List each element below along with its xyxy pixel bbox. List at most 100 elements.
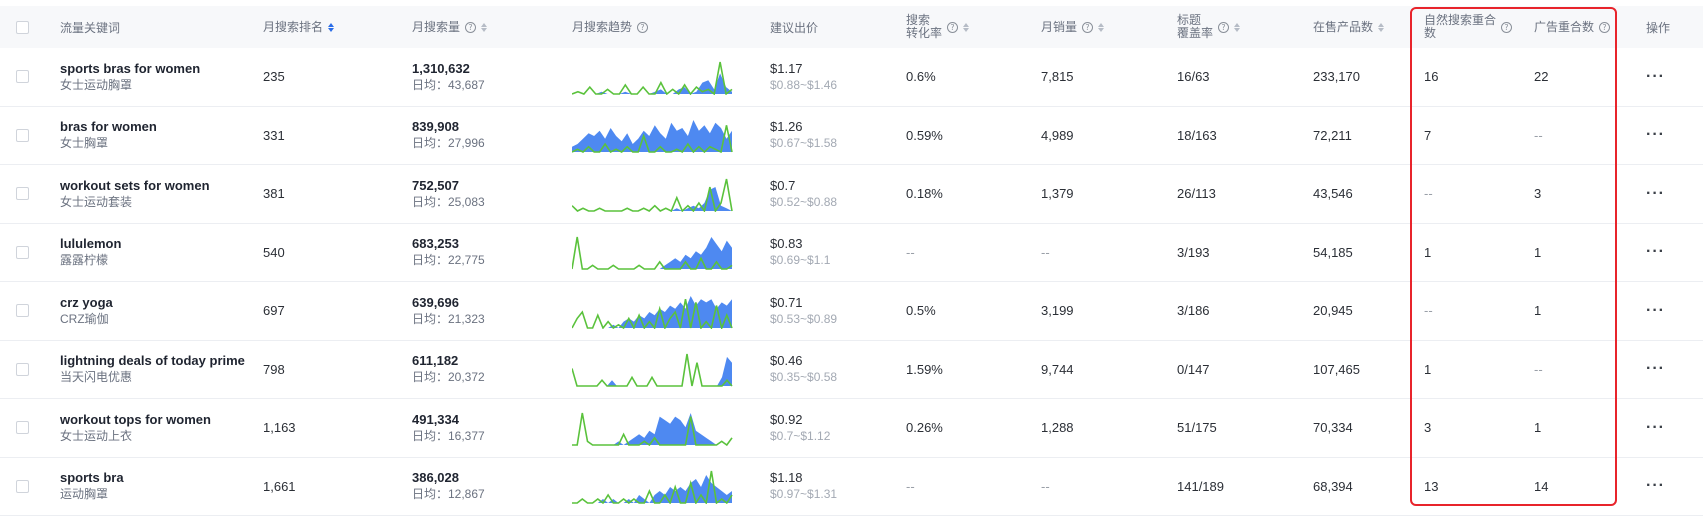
- table-row[interactable]: bras for women 女士胸罩 331 839,908 日均：27,99…: [0, 106, 1703, 165]
- organic-cell: --: [1424, 282, 1433, 340]
- trend-sparkline[interactable]: [572, 293, 744, 329]
- table-row[interactable]: workout sets for women 女士运动套装 381 752,50…: [0, 165, 1703, 224]
- trend-cell: [572, 341, 744, 399]
- ads-cell: 1: [1534, 224, 1541, 282]
- title-coverage-cell: 3/193: [1177, 224, 1210, 282]
- header-rank[interactable]: 月搜索排名: [263, 6, 335, 48]
- bid-range: $0.88~$1.46: [770, 77, 838, 92]
- trend-cell: [572, 48, 744, 106]
- header-sales-label: 月销量: [1041, 19, 1078, 34]
- rank-value: 798: [263, 361, 285, 377]
- trend-sparkline[interactable]: [572, 117, 744, 154]
- sort-rank-icon[interactable]: [328, 22, 335, 32]
- table-row[interactable]: lululemon 露露柠檬 540 683,253 日均：22,775 $0.…: [0, 223, 1703, 282]
- header-sales[interactable]: 月销量 ?: [1041, 6, 1105, 48]
- select-all-checkbox[interactable]: [16, 20, 29, 34]
- rank-cell: 235: [263, 48, 285, 106]
- header-conv[interactable]: 搜索 转化率 ?: [906, 6, 970, 48]
- table-row[interactable]: crz yoga CRZ瑜伽 697 639,696 日均：21,323 $0.…: [0, 282, 1703, 341]
- more-icon[interactable]: ···: [1646, 126, 1665, 144]
- table-row[interactable]: lightning deals of today prime 当天闪电优惠 79…: [0, 340, 1703, 399]
- help-icon[interactable]: ?: [1599, 21, 1611, 33]
- header-products[interactable]: 在售产品数: [1313, 6, 1385, 48]
- row-checkbox[interactable]: [16, 245, 29, 259]
- keyword-text[interactable]: lightning deals of today prime: [60, 353, 245, 369]
- bid-range: $0.35~$0.58: [770, 370, 838, 385]
- help-icon[interactable]: ?: [1082, 21, 1094, 33]
- row-checkbox[interactable]: [16, 187, 29, 201]
- more-icon[interactable]: ···: [1646, 185, 1665, 203]
- trend-sparkline[interactable]: [572, 176, 744, 212]
- rank-value: 540: [263, 244, 285, 260]
- header-keyword-label: 流量关键词: [60, 20, 121, 35]
- table-row[interactable]: sports bra 运动胸罩 1,661 386,028 日均：12,867 …: [0, 457, 1703, 516]
- row-checkbox[interactable]: [16, 479, 29, 493]
- table-row[interactable]: sports bras for women 女士运动胸罩 235 1,310,6…: [0, 48, 1703, 107]
- trend-sparkline[interactable]: [572, 234, 744, 271]
- help-icon[interactable]: ?: [1501, 21, 1513, 33]
- keyword-text[interactable]: crz yoga: [60, 295, 113, 311]
- header-volume[interactable]: 月搜索量 ?: [412, 6, 488, 48]
- row-checkbox-cell: [16, 107, 29, 165]
- header-trend-label: 月搜索趋势: [572, 19, 633, 34]
- keyword-text[interactable]: workout sets for women: [60, 178, 210, 194]
- trend-sparkline[interactable]: [572, 351, 744, 388]
- trend-sparkline[interactable]: [572, 59, 744, 95]
- conv-cell: 0.6%: [906, 48, 936, 106]
- help-icon[interactable]: ?: [947, 21, 959, 33]
- header-title-coverage[interactable]: 标题 覆盖率 ?: [1177, 6, 1241, 48]
- trend-sparkline[interactable]: [572, 468, 744, 505]
- more-icon[interactable]: ···: [1646, 360, 1665, 378]
- help-icon[interactable]: ?: [1218, 21, 1230, 33]
- title-coverage-value: 3/193: [1177, 244, 1210, 260]
- sales-cell: 1,288: [1041, 399, 1074, 457]
- keyword-text[interactable]: lululemon: [60, 236, 121, 252]
- row-checkbox[interactable]: [16, 362, 29, 376]
- daily-volume: 日均：21,323: [412, 311, 485, 326]
- more-icon[interactable]: ···: [1646, 243, 1665, 261]
- trend-sparkline[interactable]: [572, 410, 744, 446]
- trend-area-search: [572, 73, 732, 94]
- keyword-text[interactable]: workout tops for women: [60, 412, 211, 428]
- title-coverage-value: 141/189: [1177, 478, 1224, 494]
- organic-cell: 1: [1424, 224, 1431, 282]
- sort-products-icon[interactable]: [1378, 22, 1385, 32]
- products-value: 107,465: [1313, 361, 1360, 377]
- help-icon[interactable]: ?: [465, 21, 477, 33]
- keyword-text[interactable]: sports bra: [60, 470, 124, 486]
- keyword-cell: lululemon 露露柠檬: [60, 224, 121, 282]
- help-icon[interactable]: ?: [637, 21, 649, 33]
- more-icon[interactable]: ···: [1646, 477, 1665, 495]
- ads-cell: 1: [1534, 399, 1541, 457]
- more-icon[interactable]: ···: [1646, 419, 1665, 437]
- sort-sales-icon[interactable]: [1098, 22, 1105, 32]
- title-coverage-value: 26/113: [1177, 186, 1216, 202]
- actions-cell: ···: [1646, 48, 1665, 106]
- keyword-text[interactable]: sports bras for women: [60, 61, 200, 77]
- row-checkbox[interactable]: [16, 304, 29, 318]
- rank-cell: 1,163: [263, 399, 296, 457]
- row-checkbox[interactable]: [16, 421, 29, 435]
- sort-volume-icon[interactable]: [481, 22, 488, 32]
- bid-value: $0.7: [770, 177, 796, 193]
- ads-value: 1: [1534, 420, 1542, 436]
- more-icon[interactable]: ···: [1646, 68, 1665, 86]
- volume-value: 752,507: [412, 177, 459, 193]
- actions-cell: ···: [1646, 458, 1665, 516]
- keyword-text[interactable]: bras for women: [60, 119, 157, 135]
- rank-value: 331: [263, 127, 285, 143]
- header-bid-label: 建议出价: [770, 20, 819, 35]
- daily-volume: 日均：43,687: [412, 77, 485, 92]
- row-checkbox[interactable]: [16, 70, 29, 84]
- rank-cell: 798: [263, 341, 285, 399]
- more-icon[interactable]: ···: [1646, 302, 1665, 320]
- header-ads-overlap: 广告重合数 ?: [1534, 6, 1611, 48]
- bid-cell: $1.18 $0.97~$1.31: [770, 458, 837, 516]
- organic-value: 1: [1424, 244, 1432, 260]
- sort-conv-icon[interactable]: [963, 22, 970, 32]
- sort-title-icon[interactable]: [1234, 22, 1241, 32]
- table-row[interactable]: workout tops for women 女士运动上衣 1,163 491,…: [0, 399, 1703, 458]
- sales-cell: 4,989: [1041, 107, 1074, 165]
- row-checkbox[interactable]: [16, 128, 29, 142]
- keyword-cell: bras for women 女士胸罩: [60, 107, 157, 165]
